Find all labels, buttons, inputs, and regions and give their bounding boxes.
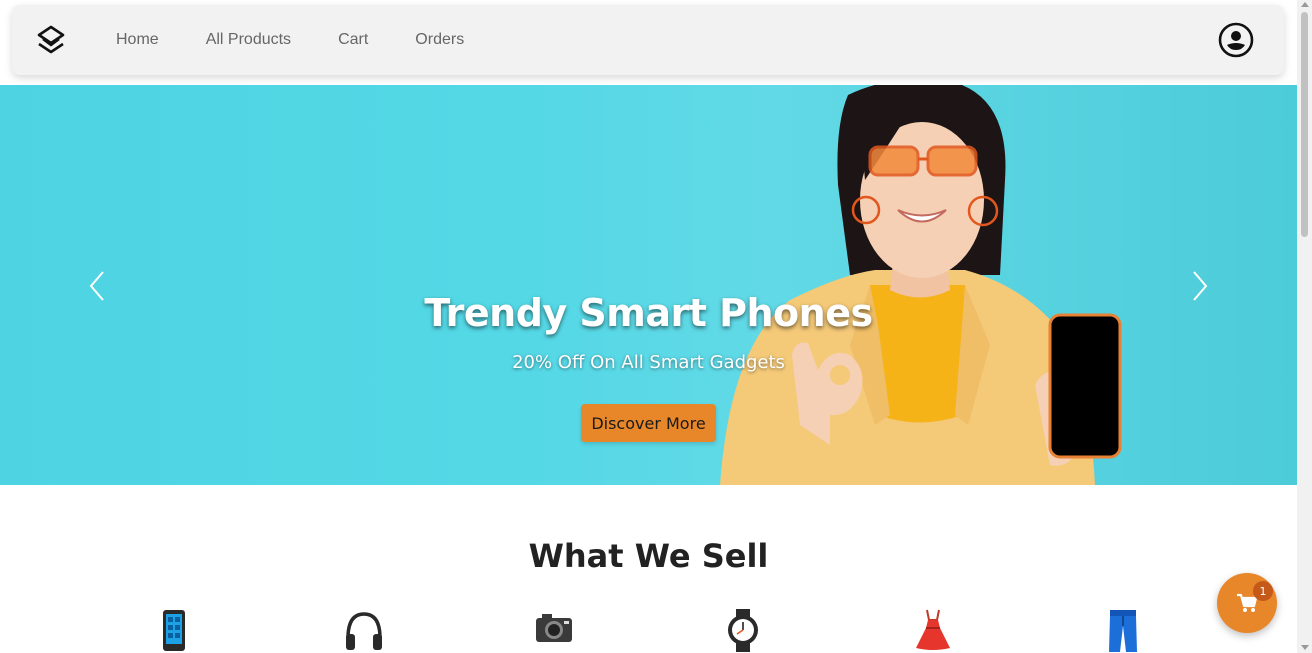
nav-link-cart[interactable]: Cart bbox=[338, 31, 368, 49]
hero-carousel: Trendy Smart Phones 20% Off On All Smart… bbox=[0, 85, 1297, 485]
page: Home All Products Cart Orders Trendy Sma… bbox=[0, 0, 1312, 653]
scroll-up-icon[interactable] bbox=[1301, 2, 1309, 7]
scroll-thumb[interactable] bbox=[1301, 12, 1308, 237]
discover-more-button[interactable]: Discover More bbox=[581, 404, 716, 442]
camera-icon[interactable] bbox=[534, 608, 574, 653]
nav-link-all-products[interactable]: All Products bbox=[206, 31, 291, 49]
nav-links: Home All Products Cart Orders bbox=[116, 31, 511, 49]
jeans-icon[interactable] bbox=[1103, 608, 1143, 653]
headphones-icon[interactable] bbox=[344, 608, 384, 653]
user-circle-icon[interactable] bbox=[1218, 22, 1254, 58]
hero-title: Trendy Smart Phones bbox=[424, 291, 873, 335]
layers-logo-icon[interactable] bbox=[34, 23, 68, 57]
section-title: What We Sell bbox=[528, 537, 769, 575]
scroll-down-icon[interactable] bbox=[1301, 645, 1309, 650]
page-scrollbar[interactable] bbox=[1297, 0, 1312, 653]
cart-count-badge: 1 bbox=[1253, 581, 1273, 601]
nav-link-home[interactable]: Home bbox=[116, 31, 159, 49]
navbar: Home All Products Cart Orders bbox=[12, 5, 1284, 75]
watch-icon[interactable] bbox=[723, 608, 763, 653]
hero-model-image bbox=[720, 85, 1122, 485]
dress-icon[interactable] bbox=[913, 608, 953, 653]
mobile-phone-icon[interactable] bbox=[154, 608, 194, 653]
nav-link-orders[interactable]: Orders bbox=[415, 31, 464, 49]
hero-subtitle: 20% Off On All Smart Gadgets bbox=[512, 352, 785, 373]
